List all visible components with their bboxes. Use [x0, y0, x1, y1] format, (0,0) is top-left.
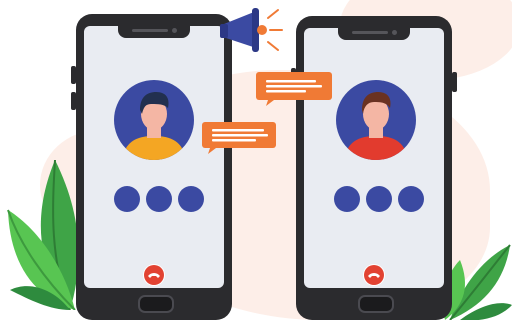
phone-hangup-icon — [364, 265, 384, 285]
chat-bubble-icon — [256, 72, 332, 106]
right-phone-side-button — [452, 72, 457, 92]
left-phone — [71, 14, 232, 320]
end-call-button[interactable] — [143, 264, 165, 286]
right-phone — [291, 16, 457, 320]
megaphone-icon — [220, 8, 283, 52]
phone-hangup-icon — [144, 265, 164, 285]
left-phone-home-button[interactable] — [138, 295, 174, 313]
avatar — [114, 80, 194, 160]
left-dot-1 — [114, 186, 140, 212]
left-dot-3 — [178, 186, 204, 212]
left-phone-side-button — [71, 66, 76, 84]
end-call-button[interactable] — [363, 264, 385, 286]
left-phone-side-button-2 — [71, 92, 76, 110]
right-dot-3 — [398, 186, 424, 212]
avatar — [336, 80, 416, 160]
left-phone-screen — [84, 24, 224, 288]
chat-bubble-icon — [202, 122, 276, 154]
right-dot-2 — [366, 186, 392, 212]
right-phone-notch — [338, 26, 410, 40]
right-phone-home-button[interactable] — [358, 295, 394, 313]
left-phone-notch — [118, 24, 190, 38]
right-dot-1 — [334, 186, 360, 212]
right-phone-screen — [304, 26, 444, 288]
left-dot-2 — [146, 186, 172, 212]
